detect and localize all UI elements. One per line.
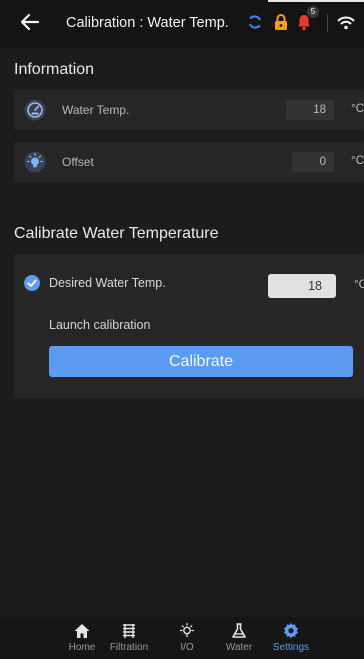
gauge-icon	[24, 99, 46, 121]
filtration-icon	[123, 624, 135, 638]
calibration-card: Desired Water Temp. 18 °C Launch calibra…	[14, 254, 364, 398]
nav-settings-label: Settings	[272, 642, 310, 653]
calibrate-button[interactable]: Calibrate	[49, 346, 353, 377]
nav-water[interactable]: Water	[222, 622, 256, 653]
nav-filtration-label: Filtration	[109, 642, 149, 653]
wifi-icon[interactable]	[337, 15, 355, 30]
page-title: Calibration : Water Temp.	[66, 15, 229, 31]
sync-icon[interactable]	[247, 14, 263, 30]
nav-water-label: Water	[225, 642, 253, 653]
offset-label: Offset	[62, 155, 94, 169]
back-arrow-icon[interactable]	[18, 10, 42, 34]
desired-temp-input[interactable]: 18	[268, 274, 336, 298]
top-bar: Calibration : Water Temp. 5	[0, 0, 364, 48]
offset-unit: °C	[351, 155, 364, 167]
calibrate-heading: Calibrate Water Temperature	[14, 225, 219, 242]
flask-icon	[232, 623, 246, 638]
water-temp-row: Water Temp. 18 °C	[14, 90, 364, 130]
nav-home[interactable]: Home	[62, 622, 102, 653]
offset-row: Offset 0 °C	[14, 142, 364, 182]
lightbulb-outline-icon	[179, 622, 195, 637]
nav-home-label: Home	[68, 642, 96, 653]
check-circle-icon[interactable]	[24, 275, 40, 291]
nav-filtration[interactable]: Filtration	[104, 622, 154, 653]
header-divider	[327, 14, 328, 32]
lightbulb-icon	[24, 151, 46, 173]
offset-value: 0	[292, 152, 334, 172]
water-temp-unit: °C	[351, 103, 364, 115]
desired-temp-label: Desired Water Temp.	[49, 276, 166, 290]
desired-temp-unit: °C	[354, 279, 364, 291]
notification-badge: 5	[307, 6, 319, 18]
information-heading: Information	[14, 61, 95, 78]
nav-settings[interactable]: Settings	[268, 622, 314, 653]
home-icon	[74, 624, 90, 638]
top-edge-line	[268, 0, 364, 2]
nav-io[interactable]: I/O	[172, 622, 202, 653]
lock-icon[interactable]	[273, 13, 289, 31]
bottom-navigation: Home Filtration I/O Water Settings	[0, 617, 364, 659]
water-temp-label: Water Temp.	[62, 103, 130, 117]
gear-icon	[284, 623, 298, 639]
nav-io-label: I/O	[180, 642, 194, 653]
water-temp-value: 18	[286, 100, 334, 120]
launch-calibration-label: Launch calibration	[49, 318, 151, 332]
